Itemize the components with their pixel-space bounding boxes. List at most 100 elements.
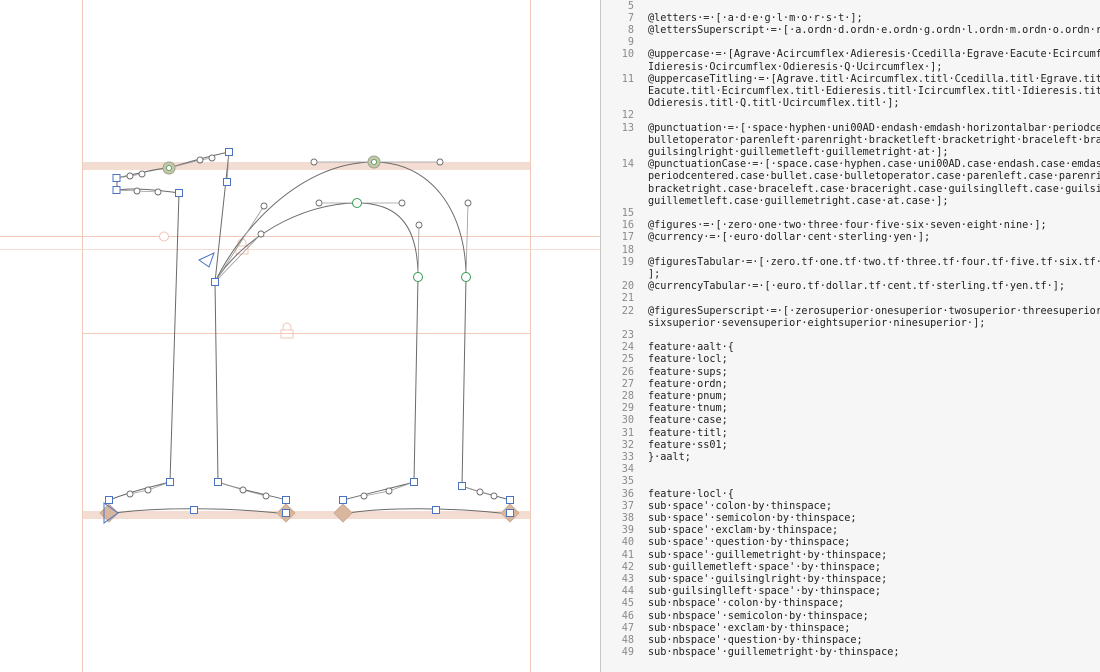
code-line[interactable]: 42 sub·guillemetleft·space'·by·thinspace; [601, 562, 881, 574]
line-text[interactable]: @letters·=·[·a·d·e·g·l·m·o·r·s·t·]; [648, 13, 863, 25]
code-line[interactable]: 13 @punctuation·=·[·space·hyphen·uni00AD·… [601, 123, 1100, 135]
line-text[interactable]: Odieresis.titl·Q.titl·Ucircumflex.titl·]… [648, 98, 899, 110]
code-line[interactable]: 10 @uppercase·=·[Agrave·Acircumflex·Adier… [601, 49, 1100, 61]
code-line[interactable]: 41 sub·space'·guillemetright·by·thinspace… [601, 550, 887, 562]
code-line[interactable]: 21 [601, 293, 648, 305]
code-line[interactable]: 40 sub·space'·question·by·thinspace; [601, 537, 851, 549]
code-line[interactable]: 43 sub·space'·guilsinglright·by·thinspace… [601, 574, 887, 586]
line-text[interactable]: feature·tnum; [648, 403, 728, 415]
code-line[interactable]: 45 sub·nbspace'·colon·by·thinspace; [601, 598, 845, 610]
code-line[interactable]: 8 @lettersSuperscript·=·[·a.ordn·d.ordn·e… [601, 25, 1100, 37]
line-text[interactable]: @lettersSuperscript·=·[·a.ordn·d.ordn·e.… [648, 25, 1100, 37]
line-text[interactable]: sub·nbspace'·semicolon·by·thinspace; [648, 611, 869, 623]
line-text[interactable]: feature·ordn; [648, 379, 728, 391]
line-text[interactable]: @figures·=·[·zero·one·two·three·four·fiv… [648, 220, 1047, 232]
code-line[interactable]: 9 [601, 37, 648, 49]
code-line[interactable]: 22 @figuresSuperscript·=·[·zerosuperior·o… [601, 306, 1100, 318]
code-line[interactable]: 28 feature·pnum; [601, 391, 728, 403]
line-text[interactable]: guilsinglright·guillemetleft·guillemetri… [648, 147, 949, 159]
line-text[interactable]: feature·sups; [648, 367, 728, 379]
line-text[interactable]: sub·space'·guillemetright·by·thinspace; [648, 550, 887, 562]
glyph-edit-canvas[interactable] [0, 0, 600, 672]
smooth-nodes[interactable] [352, 198, 471, 282]
code-line[interactable]: 11 @uppercaseTitling·=·[Agrave.titl·Acirc… [601, 74, 1100, 86]
code-line[interactable]: 35 [601, 476, 648, 488]
code-line[interactable]: 44 sub·guilsinglleft·space'·by·thinspace; [601, 586, 881, 598]
line-text[interactable]: sub·nbspace'·colon·by·thinspace; [648, 598, 844, 610]
line-text[interactable]: Idieresis·Ocircumflex·Odieresis·Q·Ucircu… [648, 62, 942, 74]
line-text[interactable]: feature·aalt·{ [648, 342, 734, 354]
line-text[interactable]: @currency·=·[·euro·dollar·cent·sterling·… [648, 232, 930, 244]
code-line[interactable]: Idieresis·Ocircumflex·Odieresis·Q·Ucircu… [601, 62, 942, 74]
line-text[interactable]: feature·pnum; [648, 391, 728, 403]
code-line[interactable]: 23 [601, 330, 648, 342]
code-line[interactable]: 32 feature·ss01; [601, 440, 728, 452]
code-line[interactable]: 46 sub·nbspace'·semicolon·by·thinspace; [601, 611, 869, 623]
code-line[interactable]: ]; [601, 269, 660, 281]
line-text[interactable]: sub·nbspace'·exclam·by·thinspace; [648, 623, 850, 635]
code-line[interactable]: 27 feature·ordn; [601, 379, 728, 391]
code-line[interactable]: 49 sub·nbspace'·guillemetright·by·thinspa… [601, 647, 900, 659]
code-line[interactable]: 16 @figures·=·[·zero·one·two·three·four·f… [601, 220, 1047, 232]
line-text[interactable]: @punctuationCase·=·[·space.case·hyphen.c… [648, 159, 1100, 171]
line-text[interactable]: sub·space'·guilsinglright·by·thinspace; [648, 574, 887, 586]
line-text[interactable]: bulletoperator·parenleft·parenright·brac… [648, 135, 1100, 147]
code-line[interactable]: 12 [601, 110, 648, 122]
code-line[interactable]: 7 @letters·=·[·a·d·e·g·l·m·o·r·s·t·]; [601, 13, 863, 25]
code-line[interactable]: bracketright.case·braceleft.case·braceri… [601, 184, 1100, 196]
line-text[interactable]: feature·titl; [648, 428, 728, 440]
line-text[interactable]: sixsuperior·sevensuperior·eightsuperior·… [648, 318, 985, 330]
code-line[interactable]: 33}·aalt; [601, 452, 691, 464]
code-line[interactable]: 14 @punctuationCase·=·[·space.case·hyphen… [601, 159, 1100, 171]
line-text[interactable]: sub·nbspace'·guillemetright·by·thinspace… [648, 647, 899, 659]
line-text[interactable]: sub·guillemetleft·space'·by·thinspace; [648, 562, 881, 574]
line-text[interactable]: feature·locl·{ [648, 489, 734, 501]
line-text[interactable]: @punctuation·=·[·space·hyphen·uni00AD·en… [648, 123, 1100, 135]
line-text[interactable]: @figuresTabular·=·[·zero.tf·one.tf·two.t… [648, 257, 1100, 269]
code-line[interactable]: 26 feature·sups; [601, 367, 728, 379]
code-line[interactable]: 31 feature·titl; [601, 428, 728, 440]
code-line[interactable]: 24 feature·aalt·{ [601, 342, 734, 354]
code-line[interactable]: bulletoperator·parenleft·parenright·brac… [601, 135, 1100, 147]
code-line[interactable]: Eacute.titl·Ecircumflex.titl·Edieresis.t… [601, 86, 1100, 98]
line-text[interactable]: ]; [648, 269, 660, 281]
code-line[interactable]: 47 sub·nbspace'·exclam·by·thinspace; [601, 623, 851, 635]
code-line[interactable]: 25 feature·locl; [601, 354, 728, 366]
code-line[interactable]: 30 feature·case; [601, 415, 728, 427]
line-text[interactable]: @figuresSuperscript·=·[·zerosuperior·one… [648, 306, 1100, 318]
off-curve-points[interactable] [126, 154, 498, 500]
line-text[interactable]: sub·nbspace'·question·by·thinspace; [648, 635, 863, 647]
code-line[interactable]: 38 sub·space'·semicolon·by·thinspace; [601, 513, 857, 525]
code-line[interactable]: 34 [601, 464, 648, 476]
code-line[interactable]: 36 feature·locl·{ [601, 489, 734, 501]
code-line[interactable]: 19 @figuresTabular·=·[·zero.tf·one.tf·two… [601, 257, 1100, 269]
line-text[interactable]: @currencyTabular·=·[·euro.tf·dollar.tf·c… [648, 281, 1065, 293]
line-text[interactable]: guillemetleft.case·guillemetright.case·a… [648, 196, 949, 208]
line-text[interactable]: @uppercaseTitling·=·[Agrave.titl·Acircum… [648, 74, 1100, 86]
line-text[interactable]: feature·ss01; [648, 440, 728, 452]
line-text[interactable]: sub·space'·colon·by·thinspace; [648, 501, 832, 513]
line-text[interactable]: sub·guilsinglleft·space'·by·thinspace; [648, 586, 881, 598]
guide-origin-marker[interactable] [159, 231, 169, 242]
code-line[interactable]: 48 sub·nbspace'·question·by·thinspace; [601, 635, 863, 647]
code-line[interactable]: 39 sub·space'·exclam·by·thinspace; [601, 525, 838, 537]
line-text[interactable]: Eacute.titl·Ecircumflex.titl·Edieresis.t… [648, 86, 1100, 98]
code-line[interactable]: Odieresis.titl·Q.titl·Ucircumflex.titl·]… [601, 98, 899, 110]
features-code-panel[interactable]: 5 7 @letters·=·[·a·d·e·g·l·m·o·r·s·t·]; 8 @l… [601, 0, 1100, 672]
code-line[interactable]: 15 [601, 208, 648, 220]
code-line[interactable]: 5 [601, 1, 648, 13]
line-text[interactable]: feature·locl; [648, 354, 728, 366]
code-line[interactable]: sixsuperior·sevensuperior·eightsuperior·… [601, 318, 985, 330]
corner-nodes[interactable] [105, 148, 514, 517]
code-line[interactable]: 29 feature·tnum; [601, 403, 728, 415]
line-text[interactable]: @uppercase·=·[Agrave·Acircumflex·Adieres… [648, 49, 1100, 61]
code-line[interactable]: 17 @currency·=·[·euro·dollar·cent·sterlin… [601, 232, 930, 244]
code-line[interactable]: 37 sub·space'·colon·by·thinspace; [601, 501, 832, 513]
code-line[interactable]: periodcentered.case·bullet.case·bulletop… [601, 171, 1100, 183]
line-text[interactable]: sub·space'·question·by·thinspace; [648, 537, 850, 549]
code-line[interactable]: guilsinglright·guillemetleft·guillemetri… [601, 147, 949, 159]
glyph-edit-view[interactable] [0, 0, 600, 672]
line-text[interactable]: bracketright.case·braceleft.case·braceri… [648, 184, 1100, 196]
line-text[interactable]: feature·case; [648, 415, 728, 427]
line-text[interactable]: periodcentered.case·bullet.case·bulletop… [648, 171, 1100, 183]
